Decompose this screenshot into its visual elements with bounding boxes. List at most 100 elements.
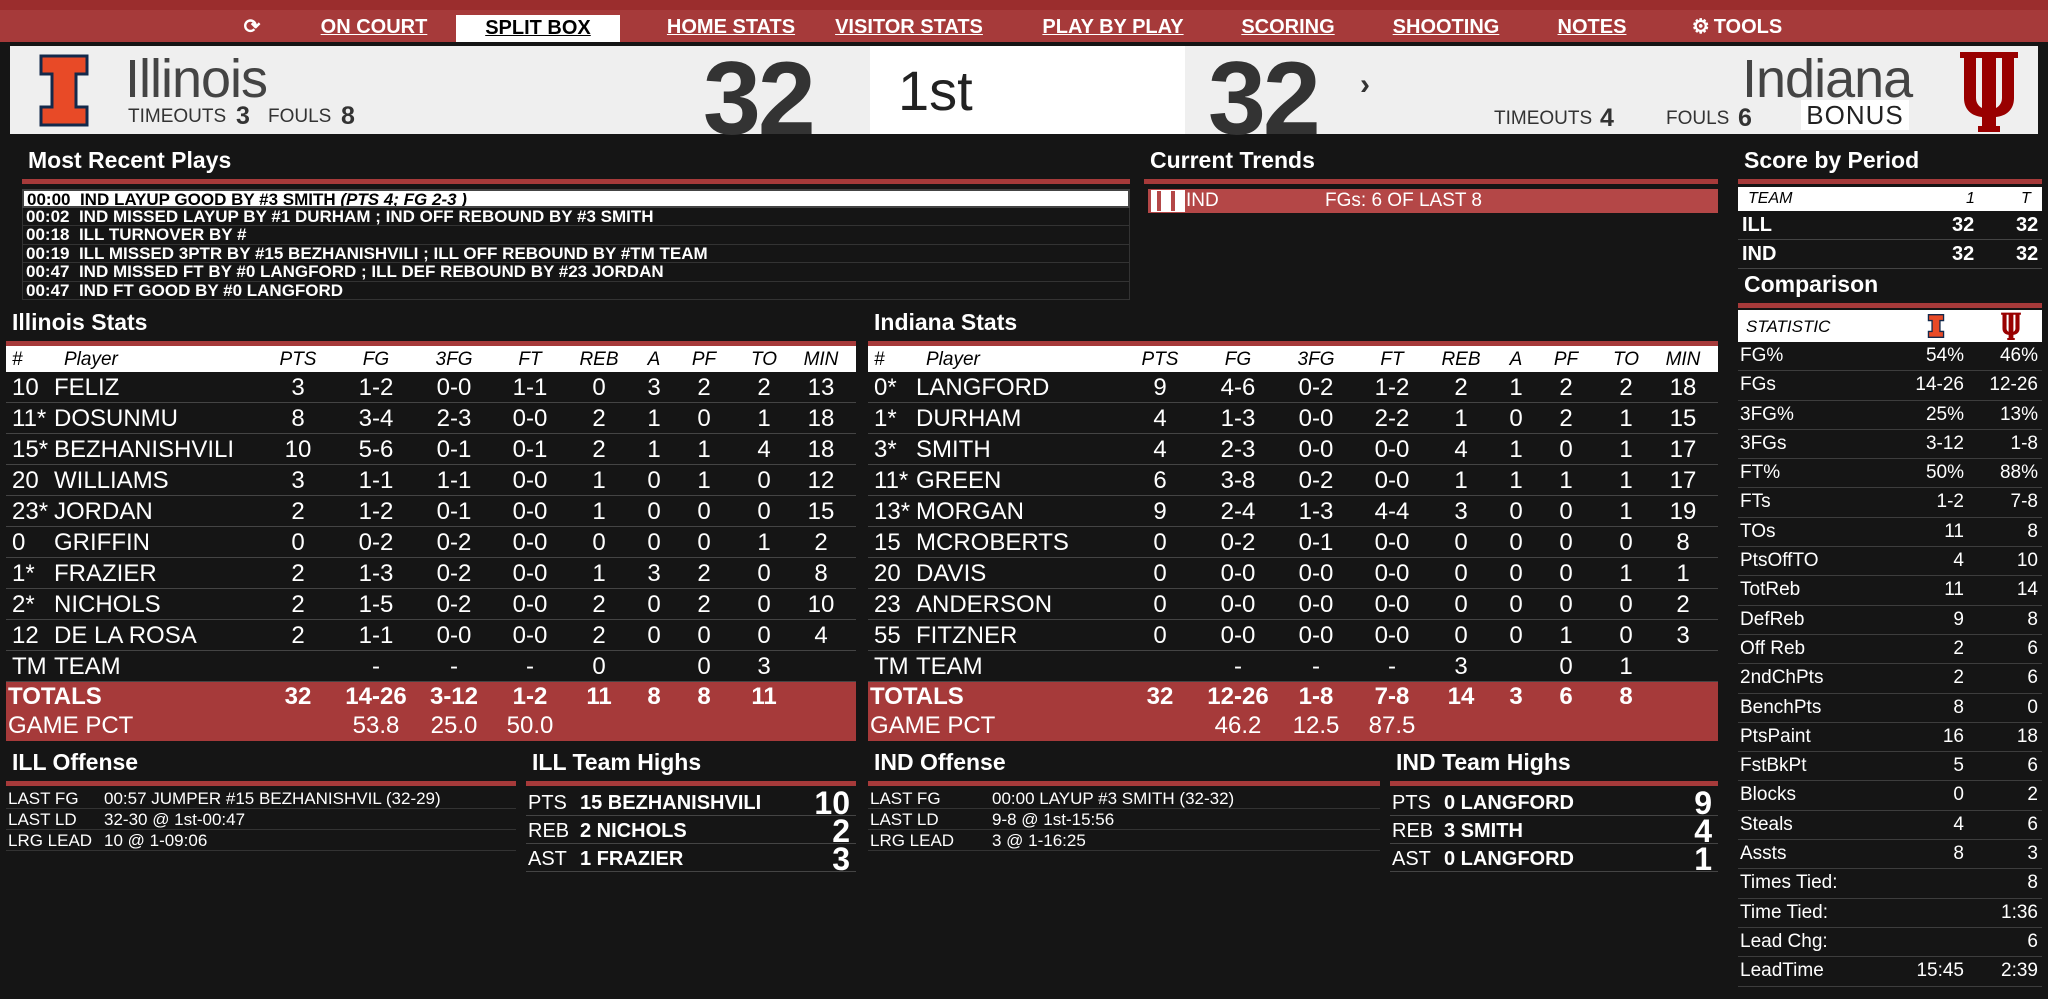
col-pts: PTS — [1141, 349, 1179, 370]
player-a: 1 — [1509, 467, 1523, 494]
high-player: 3 SMITH — [1444, 820, 1523, 842]
comparison-row: FG% 54% 46% — [1738, 342, 2042, 372]
player-row[interactable]: 11* DOSUNMU 8 3-4 2-3 0-0 2 1 0 1 18 — [6, 403, 856, 434]
player-player: FITZNER — [916, 622, 1018, 649]
player-number: 13* — [874, 498, 911, 525]
player-3fg: 0-0 — [1298, 436, 1334, 463]
totals-reb: 11 — [586, 683, 612, 710]
tab-visitor-stats[interactable]: VISITOR STATS — [834, 14, 984, 41]
total-score: 32 — [2016, 214, 2039, 236]
comparison-row: Off Reb 2 6 — [1738, 635, 2042, 665]
play-text: ILL MISSED 3PTR BY #15 BEZHANISHVILI ; I… — [78, 244, 708, 263]
player-row[interactable]: 20 WILLIAMS 3 1-1 1-1 0-0 1 0 1 0 12 — [6, 465, 856, 496]
player-player: DOSUNMU — [54, 405, 178, 432]
refresh-icon[interactable]: ⟳ — [238, 14, 266, 38]
game-pct-ft: 87.5 — [1368, 712, 1416, 739]
game-pct-fg: 46.2 — [1214, 712, 1262, 739]
comparison-row: 3FG% 25% 13% — [1738, 401, 2042, 430]
player-pts: 4 — [1153, 405, 1167, 432]
tab-play-by-play[interactable]: PLAY BY PLAY — [1040, 14, 1186, 41]
play-row[interactable]: 00:19 ILL MISSED 3PTR BY #15 BEZHANISHVI… — [22, 244, 1130, 263]
player-number: 15* — [12, 436, 49, 463]
player-3fg: - — [1312, 653, 1320, 680]
trend-team: IND — [1186, 190, 1219, 211]
col-a: A — [1509, 349, 1523, 370]
player-row[interactable]: 55 FITZNER 0 0-0 0-0 0-0 0 0 1 0 3 — [868, 620, 1718, 651]
player-row[interactable]: 1* FRAZIER 2 1-3 0-2 0-0 1 3 2 0 8 — [6, 558, 856, 589]
player-a: 1 — [1509, 374, 1523, 401]
play-text: IND MISSED LAYUP BY #1 DURHAM ; IND OFF … — [78, 207, 654, 226]
stat-name: 3FG% — [1740, 403, 1794, 425]
stat-name: 3FGs — [1740, 432, 1787, 454]
offense-row: LRG LEAD 3 @ 1-16:25 — [868, 830, 1380, 851]
player-number: TM — [874, 653, 909, 680]
play-row[interactable]: 00:02 IND MISSED LAYUP BY #1 DURHAM ; IN… — [22, 207, 1130, 226]
stat-name: Lead Chg: — [1740, 930, 1828, 952]
player-player: WILLIAMS — [54, 467, 169, 494]
player-row[interactable]: 2* NICHOLS 2 1-5 0-2 0-0 2 0 2 0 10 — [6, 589, 856, 620]
comparison-row: Lead Chg: 6 — [1738, 928, 2042, 958]
comparison-row: PtsPaint 16 18 — [1738, 723, 2042, 753]
play-row[interactable]: 00:18 ILL TURNOVER BY # — [22, 226, 1130, 245]
player-pf: 2 — [697, 560, 711, 587]
player-row[interactable]: 1* DURHAM 4 1-3 0-0 2-2 1 0 2 1 15 — [868, 403, 1718, 434]
player-to: 0 — [757, 467, 771, 494]
player-pf: 0 — [697, 653, 711, 680]
player-to: 0 — [757, 560, 771, 587]
totals-ft: 7-8 — [1374, 683, 1410, 710]
player-3fg: 1-1 — [436, 467, 472, 494]
stat-name: Blocks — [1740, 784, 1796, 806]
player-row[interactable]: TM TEAM - - - 3 0 1 — [868, 651, 1718, 682]
totals-a: 8 — [647, 683, 661, 710]
player-fg: 3-8 — [1220, 467, 1256, 494]
player-row[interactable]: 23 ANDERSON 0 0-0 0-0 0-0 0 0 0 0 2 — [868, 589, 1718, 620]
play-row[interactable]: 00:47 IND MISSED FT BY #0 LANGFORD ; ILL… — [22, 263, 1130, 282]
player-row[interactable]: 12 DE LA ROSA 2 1-1 0-0 0-0 2 0 0 0 4 — [6, 620, 856, 651]
player-a: 0 — [647, 591, 661, 618]
ill-value: 4 — [1953, 813, 1964, 835]
offense-value: 10 @ 1-09:06 — [104, 831, 208, 850]
totals-ft: 1-2 — [512, 683, 548, 710]
player-row[interactable]: 15 MCROBERTS 0 0-2 0-1 0-0 0 0 0 0 8 — [868, 527, 1718, 558]
player-3fg: 0-0 — [436, 622, 472, 649]
tab-notes[interactable]: NOTES — [1556, 14, 1628, 41]
player-player: MORGAN — [916, 498, 1024, 525]
player-to: 1 — [1619, 436, 1633, 463]
player-row[interactable]: 13* MORGAN 9 2-4 1-3 4-4 3 0 0 1 19 — [868, 496, 1718, 527]
player-3fg: 0-2 — [1298, 374, 1334, 401]
player-min: 19 — [1669, 498, 1697, 525]
player-pts: 6 — [1153, 467, 1167, 494]
player-row[interactable]: 20 DAVIS 0 0-0 0-0 0-0 0 0 0 1 1 — [868, 558, 1718, 589]
trends-header: Current Trends — [1144, 144, 1718, 184]
tab-home-stats[interactable]: HOME STATS — [646, 14, 816, 41]
player-row[interactable]: 23* JORDAN 2 1-2 0-1 0-0 1 0 0 0 15 — [6, 496, 856, 527]
player-row[interactable]: 0 GRIFFIN 0 0-2 0-2 0-0 0 0 0 1 2 — [6, 527, 856, 558]
play-row[interactable]: 00:47 IND FT GOOD BY #0 LANGFORD — [22, 281, 1130, 300]
player-number: 1* — [874, 405, 897, 432]
tab-scoring[interactable]: SCORING — [1238, 14, 1338, 41]
player-row[interactable]: 10 FELIZ 3 1-2 0-0 1-1 0 3 2 2 13 — [6, 372, 856, 403]
player-min: 8 — [1676, 529, 1690, 556]
player-row[interactable]: 0* LANGFORD 9 4-6 0-2 1-2 2 1 2 2 18 — [868, 372, 1718, 403]
tab-shooting[interactable]: SHOOTING — [1390, 14, 1502, 41]
player-row[interactable]: 11* GREEN 6 3-8 0-2 0-0 1 1 1 1 17 — [868, 465, 1718, 496]
tab-on-court[interactable]: ON COURT — [318, 14, 430, 41]
player-ft: 1-1 — [512, 374, 548, 401]
tab-tools[interactable]: ⚙ TOOLS — [1682, 14, 1792, 41]
player-min: 15 — [1669, 405, 1697, 432]
period-1-score: 32 — [1952, 243, 1975, 265]
high-value: 3 — [832, 841, 850, 877]
player-ft: 1-2 — [1374, 374, 1410, 401]
col-period-1: 1 — [1966, 190, 1975, 207]
player-a: 0 — [647, 467, 661, 494]
statistic-label: STATISTIC — [1746, 317, 1831, 336]
period: 1st — [898, 59, 973, 122]
offense-value: 3 @ 1-16:25 — [992, 831, 1086, 850]
tab-split-box[interactable]: SPLIT BOX — [456, 15, 620, 42]
player-row[interactable]: TM TEAM - - - 0 0 3 — [6, 651, 856, 682]
play-row[interactable]: 00:00 IND LAYUP GOOD BY #3 SMITH (PTS 4;… — [22, 189, 1130, 208]
player-min: 4 — [814, 622, 828, 649]
player-row[interactable]: 3* SMITH 4 2-3 0-0 0-0 4 1 0 1 17 — [868, 434, 1718, 465]
player-row[interactable]: 15* BEZHANISHVILI 10 5-6 0-1 0-1 2 1 1 4 18 — [6, 434, 856, 465]
ill-value: 5 — [1953, 755, 1964, 777]
